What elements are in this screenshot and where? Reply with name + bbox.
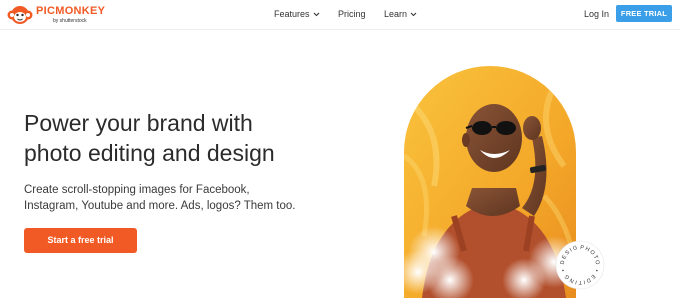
nav-item-features[interactable]: Features <box>274 9 320 20</box>
hero-subtext-line: Instagram, Youtube and more. Ads, logos?… <box>24 200 296 212</box>
nav-item-learn[interactable]: Learn <box>384 9 417 20</box>
hero-headline-line: Power your brand with <box>24 110 253 136</box>
monkey-logo-icon <box>7 6 33 24</box>
brand-tagline: by shutterstock <box>53 18 87 24</box>
chevron-down-icon <box>410 12 417 17</box>
hero-subtext: Create scroll-stopping images for Facebo… <box>24 182 324 214</box>
free-trial-button[interactable]: FREE TRIAL <box>616 5 672 22</box>
hero-subtext-line: Create scroll-stopping images for Facebo… <box>24 184 250 196</box>
login-link[interactable]: Log In <box>584 9 609 20</box>
start-free-trial-button[interactable]: Start a free trial <box>24 228 137 253</box>
hero-headline: Power your brand with photo editing and … <box>24 108 354 168</box>
hero-photo: PHOTO • EDITING • DESIGN • <box>404 66 605 298</box>
top-navigation: PICMONKEY by shutterstock Features Prici… <box>0 0 680 30</box>
nav-item-label: Pricing <box>338 9 366 19</box>
chevron-down-icon <box>313 12 319 17</box>
nav-item-label: Features <box>274 9 310 19</box>
hero-headline-line: photo editing and design <box>24 140 275 166</box>
brand-name: PICMONKEY <box>36 5 106 17</box>
nav-item-label: Learn <box>384 9 408 19</box>
nav-item-pricing[interactable]: Pricing <box>338 9 366 20</box>
picmonkey-logo[interactable]: PICMONKEY by shutterstock <box>6 4 126 26</box>
